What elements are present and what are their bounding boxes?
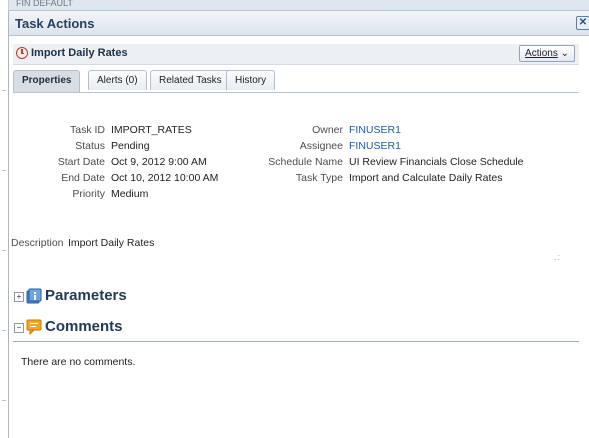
priority-value: Medium (111, 188, 149, 200)
priority-label: Priority (72, 188, 105, 200)
expand-icon[interactable]: + (14, 292, 24, 302)
property-row: Schedule Name UI Review Financials Close… (13, 155, 573, 169)
tab-related-tasks[interactable]: Related Tasks (150, 70, 231, 90)
assignee-label: Assignee (299, 140, 343, 152)
tab-history[interactable]: History (226, 70, 276, 90)
property-row: Task Type Import and Calculate Daily Rat… (13, 171, 573, 185)
collapse-icon[interactable]: − (14, 323, 24, 333)
section-divider (13, 341, 579, 342)
resize-grip-icon[interactable]: .: (554, 252, 561, 262)
close-icon[interactable]: ✕ (576, 16, 589, 30)
background-strip: FIN DEFAULT (0, 0, 589, 11)
chevron-down-icon: ⌄ (560, 48, 569, 59)
no-comments-text: There are no comments. (21, 356, 136, 368)
actions-menu-button[interactable]: Actions ⌄ (519, 45, 575, 62)
task-type-value: Import and Calculate Daily Rates (349, 172, 503, 184)
property-row: Owner FINUSER1 (13, 123, 573, 137)
background-strip-label: FIN DEFAULT (16, 0, 73, 8)
property-row: Assignee FINUSER1 (13, 139, 573, 153)
properties-panel: Task ID IMPORT_RATES Status Pending Star… (13, 108, 579, 218)
parameters-title: Parameters (45, 287, 127, 304)
comments-section-header[interactable]: − Comments (13, 318, 579, 342)
owner-label: Owner (312, 124, 343, 136)
task-type-label: Task Type (295, 172, 343, 184)
comment-icon (26, 319, 42, 335)
owner-link[interactable]: FINUSER1 (349, 123, 401, 137)
assignee-link[interactable]: FINUSER1 (349, 139, 401, 153)
tab-properties[interactable]: Properties (13, 70, 81, 92)
clock-icon (16, 47, 28, 59)
schedule-name-label: Schedule Name (268, 156, 343, 168)
tab-bar: Properties Alerts (0) Related Tasks Hist… (13, 70, 579, 93)
description-label: Description (11, 237, 64, 249)
property-row: Priority Medium (13, 187, 573, 201)
task-title: Import Daily Rates (31, 47, 128, 59)
task-header-bar: Import Daily Rates Actions ⌄ (13, 44, 579, 65)
dialog-header: Task Actions ✕ (9, 11, 589, 36)
tab-alerts[interactable]: Alerts (0) (88, 70, 147, 90)
actions-label: Actions (525, 48, 558, 59)
schedule-name-value: UI Review Financials Close Schedule (349, 156, 524, 168)
dialog-title: Task Actions (15, 16, 95, 31)
parameters-section-header[interactable]: + Parameters (13, 287, 579, 309)
comments-title: Comments (45, 318, 123, 335)
info-icon (26, 288, 42, 304)
description-value: Import Daily Rates (68, 237, 155, 249)
